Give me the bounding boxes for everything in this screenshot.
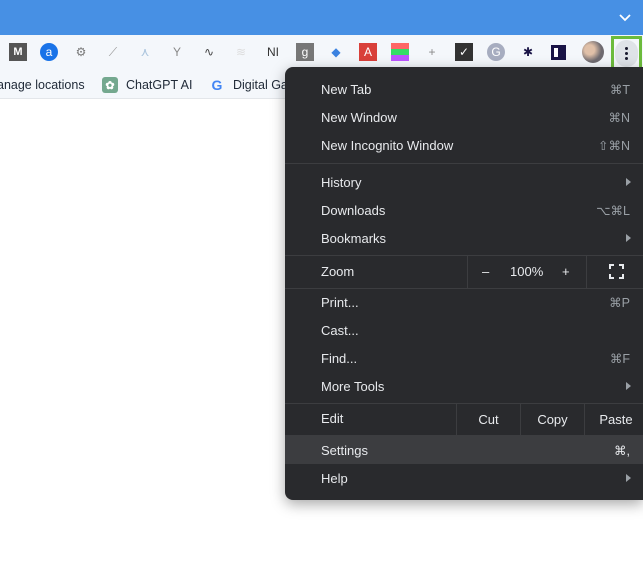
submenu-arrow-icon <box>626 474 631 482</box>
zoom-row: Zoom – 100% + <box>285 256 643 288</box>
bookmark-chatgpt[interactable]: ✿ ChatGPT AI <box>102 71 192 99</box>
menu-item-downloads[interactable]: Downloads ⌥⌘L <box>285 196 643 224</box>
m-extension-icon[interactable]: M <box>9 43 27 61</box>
submenu-arrow-icon <box>626 382 631 390</box>
menu-item-shortcut: ⌘T <box>609 82 630 97</box>
submenu-arrow-icon <box>626 234 631 242</box>
menu-item-new-window[interactable]: New Window ⌘N <box>285 103 643 131</box>
graduation-cap-extension-icon[interactable]: ◆ <box>327 43 345 61</box>
document-plus-extension-icon[interactable]: + <box>423 43 441 61</box>
menu-item-find[interactable]: Find... ⌘F <box>285 344 643 372</box>
menu-item-help[interactable]: Help <box>285 464 643 492</box>
zoom-level-value: 100% <box>510 264 544 279</box>
zoom-in-button[interactable]: + <box>562 264 570 279</box>
menu-item-label: Downloads <box>321 202 386 218</box>
tab-search-button[interactable] <box>617 10 633 26</box>
menu-item-print[interactable]: Print... ⌘P <box>285 288 643 316</box>
menu-separator <box>285 163 643 164</box>
edit-label: Edit <box>321 411 344 426</box>
puzzle-extensions-icon[interactable]: ✱ <box>519 43 537 61</box>
gear-extension-icon[interactable]: ⚙ <box>72 43 90 61</box>
menu-item-shortcut: ⌘P <box>609 295 630 310</box>
fullscreen-button[interactable] <box>609 264 624 282</box>
grammarly-extension-icon[interactable]: G <box>487 43 505 61</box>
notion-cursor-extension-icon[interactable]: NI <box>264 43 282 61</box>
cut-button[interactable]: Cut <box>457 403 520 435</box>
a-circle-extension-icon[interactable]: a <box>40 43 58 61</box>
submenu-arrow-icon <box>626 178 631 186</box>
menu-item-shortcut: ⌘N <box>608 110 630 125</box>
menu-item-history[interactable]: History <box>285 168 643 196</box>
menu-item-more-tools[interactable]: More Tools <box>285 372 643 400</box>
zoom-divider <box>467 256 468 288</box>
menu-item-label: New Incognito Window <box>321 137 454 153</box>
copy-button[interactable]: Copy <box>521 403 584 435</box>
color-grid-extension-icon[interactable] <box>391 43 409 61</box>
menu-item-label: New Window <box>321 109 397 125</box>
pipette-extension-icon[interactable]: ⟋ <box>104 43 122 61</box>
menu-item-new-incognito-window[interactable]: New Incognito Window ⇧⌘N <box>285 131 643 159</box>
fullscreen-icon <box>609 264 624 279</box>
menu-item-bookmarks[interactable]: Bookmarks <box>285 224 643 252</box>
menu-item-label: Help <box>321 470 348 486</box>
tab-strip <box>0 0 643 35</box>
zoom-label: Zoom <box>321 264 355 279</box>
menu-item-shortcut: ⌘, <box>614 443 630 458</box>
profile-avatar[interactable] <box>582 41 604 63</box>
fork-extension-icon[interactable]: ⋏ <box>136 43 154 61</box>
menu-item-label: Find... <box>321 350 358 366</box>
menu-item-new-tab[interactable]: New Tab ⌘T <box>285 75 643 103</box>
chevron-down-icon <box>619 14 631 22</box>
google-plus-extension-icon[interactable]: g <box>296 43 314 61</box>
menu-item-shortcut: ⌥⌘L <box>596 203 630 218</box>
menu-item-label: New Tab <box>321 81 372 97</box>
bookmark-manage-locations[interactable]: anage locations <box>0 71 85 99</box>
three-dots-icon <box>625 47 628 62</box>
toolbar: Ma ⚙ ⟋ ⋏ Y ∿ ≋ NI g ◆ A + ✓ G ✱ <box>0 35 643 71</box>
chatgpt-icon: ✿ <box>102 77 118 93</box>
bookmark-label: Digital Ga <box>233 78 288 92</box>
zoom-out-button[interactable]: – <box>482 264 489 279</box>
chrome-main-menu: New Tab ⌘T New Window ⌘N New Incognito W… <box>285 67 643 500</box>
red-book-extension-icon[interactable]: A <box>359 43 377 61</box>
menu-item-label: Settings <box>321 442 368 458</box>
menu-item-shortcut: ⌘F <box>609 351 630 366</box>
sidebar-icon[interactable] <box>551 45 566 60</box>
pulse-extension-icon[interactable]: ∿ <box>200 43 218 61</box>
zoom-divider <box>586 256 587 288</box>
paste-button[interactable]: Paste <box>585 403 643 435</box>
edit-row: Edit Cut Copy Paste <box>285 403 643 435</box>
menu-item-settings[interactable]: Settings ⌘, <box>285 436 643 464</box>
menu-item-label: Bookmarks <box>321 230 387 246</box>
bookmark-digital-ga[interactable]: G Digital Ga <box>209 71 288 99</box>
menu-item-shortcut: ⇧⌘N <box>597 138 630 153</box>
menu-item-label: Print... <box>321 294 359 310</box>
menu-item-label: More Tools <box>321 378 385 394</box>
menu-item-cast[interactable]: Cast... <box>285 316 643 344</box>
google-icon: G <box>211 77 223 93</box>
checkmark-extension-icon[interactable]: ✓ <box>455 43 473 61</box>
bookmark-label: ChatGPT AI <box>126 78 193 92</box>
menu-item-label: Cast... <box>321 322 359 338</box>
plant-extension-icon[interactable]: Y <box>168 43 186 61</box>
bookmark-label: anage locations <box>0 78 85 92</box>
menu-item-label: History <box>321 174 362 190</box>
lines-extension-icon[interactable]: ≋ <box>232 43 250 61</box>
